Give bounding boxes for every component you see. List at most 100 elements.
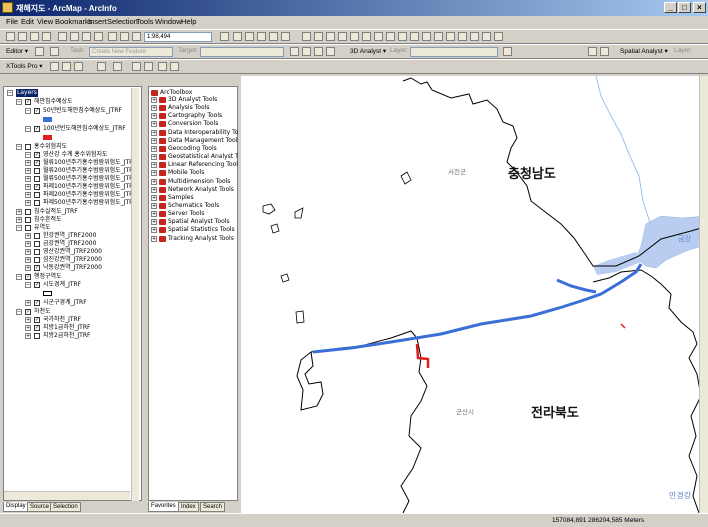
layer-checkbox[interactable]	[25, 217, 31, 223]
undo-icon[interactable]	[108, 32, 117, 41]
paste-icon[interactable]	[82, 32, 91, 41]
expand-icon[interactable]: +	[151, 105, 157, 112]
xtools-tool-1-icon[interactable]	[50, 62, 59, 71]
toc-root-layers[interactable]: − Layers	[4, 89, 134, 97]
select-elements-icon[interactable]	[410, 32, 419, 41]
cut-icon[interactable]	[58, 32, 67, 41]
target-combo[interactable]	[200, 47, 284, 57]
menu-help[interactable]: Help	[181, 17, 196, 26]
tab-search[interactable]: Search	[200, 502, 226, 512]
tab-source[interactable]: Source	[27, 502, 53, 512]
layer-checkbox[interactable]	[34, 168, 40, 174]
expand-icon[interactable]: +	[151, 137, 157, 144]
delete-icon[interactable]	[94, 32, 103, 41]
open-icon[interactable]	[18, 32, 27, 41]
edit-arrow-icon[interactable]	[35, 47, 44, 56]
layer-checkbox[interactable]	[34, 249, 40, 255]
next-extent-icon[interactable]	[386, 32, 395, 41]
expand-icon[interactable]: +	[151, 227, 157, 234]
sketch-properties-icon[interactable]	[326, 47, 335, 56]
layer-checkbox[interactable]: ✓	[34, 282, 40, 288]
expand-icon[interactable]: +	[151, 170, 157, 177]
fixed-zoom-out-icon[interactable]	[338, 32, 347, 41]
menu-bookmarks[interactable]: Bookmarks	[55, 17, 93, 26]
effects-icon[interactable]	[494, 32, 503, 41]
xtools-table-icon[interactable]	[97, 62, 106, 71]
layer-checkbox[interactable]: ✓	[34, 126, 40, 132]
expand-icon[interactable]: +	[151, 162, 157, 169]
layer-checkbox[interactable]	[25, 144, 31, 150]
expand-icon[interactable]: +	[151, 121, 157, 128]
expand-icon[interactable]: +	[151, 219, 157, 226]
xtools-pro-menu[interactable]: XTools Pro ▾	[6, 62, 43, 70]
rotate-tool-icon[interactable]	[302, 47, 311, 56]
arcscene-icon[interactable]	[600, 47, 609, 56]
full-extent-icon[interactable]	[362, 32, 371, 41]
layer-checkbox[interactable]: ✓	[34, 152, 40, 158]
attributes-icon[interactable]	[314, 47, 323, 56]
layer-checkbox[interactable]: ✓	[34, 160, 40, 166]
tab-display[interactable]: Display	[3, 502, 29, 512]
expand-icon[interactable]: +	[151, 97, 157, 103]
print-icon[interactable]	[42, 32, 51, 41]
expand-icon[interactable]: +	[151, 235, 157, 242]
layer-checkbox[interactable]	[34, 233, 40, 239]
layer-checkbox[interactable]	[25, 209, 31, 215]
menu-selection[interactable]: Selection	[107, 17, 138, 26]
layer-checkbox[interactable]	[25, 225, 31, 231]
toc-hscrollbar[interactable]	[4, 491, 130, 500]
xtools-shape-icon[interactable]	[113, 62, 122, 71]
xtools-search-icon[interactable]	[170, 62, 179, 71]
identify-icon[interactable]	[422, 32, 431, 41]
zoom-out-icon[interactable]	[314, 32, 323, 41]
layer-checkbox[interactable]	[34, 200, 40, 206]
save-icon[interactable]	[30, 32, 39, 41]
copy-icon[interactable]	[70, 32, 79, 41]
layer-checkbox[interactable]: ✓	[34, 265, 40, 271]
layer-checkbox[interactable]: ✓	[34, 184, 40, 190]
3d-tool-icon[interactable]	[503, 47, 512, 56]
xtools-measure-icon[interactable]	[144, 62, 153, 71]
catalog-icon[interactable]	[245, 32, 254, 41]
task-combo[interactable]: Create New Feature	[89, 47, 173, 57]
zoom-in-icon[interactable]	[302, 32, 311, 41]
measure-icon[interactable]	[446, 32, 455, 41]
layer-checkbox[interactable]: ✓	[25, 99, 31, 105]
collapse-icon[interactable]: −	[7, 90, 13, 96]
layer-checkbox[interactable]	[34, 176, 40, 182]
editor-toolbar-icon[interactable]	[220, 32, 229, 41]
layer-checkbox[interactable]: ✓	[25, 274, 31, 280]
menu-tools[interactable]: Tools	[136, 17, 154, 26]
menu-view[interactable]: View	[37, 17, 53, 26]
layer-checkbox[interactable]: ✓	[34, 317, 40, 323]
menu-window[interactable]: Window	[155, 17, 182, 26]
xtools-grid-icon[interactable]	[158, 62, 167, 71]
expand-icon[interactable]: +	[151, 194, 157, 201]
expand-icon[interactable]: +	[151, 154, 157, 161]
expand-icon[interactable]: +	[151, 145, 157, 152]
find-icon[interactable]	[434, 32, 443, 41]
toc-scrollbar[interactable]	[131, 88, 139, 501]
new-document-icon[interactable]	[6, 32, 15, 41]
3d-analyst-menu[interactable]: 3D Analyst ▾	[350, 47, 386, 55]
swipe-icon[interactable]	[482, 32, 491, 41]
expand-icon[interactable]: +	[151, 129, 157, 136]
arctoolbox-icon[interactable]	[233, 32, 242, 41]
tab-selection[interactable]: Selection	[50, 502, 81, 512]
3d-layer-combo[interactable]	[410, 47, 498, 57]
layer-checkbox[interactable]	[34, 192, 40, 198]
split-tool-icon[interactable]	[290, 47, 299, 56]
hyperlink-icon[interactable]	[458, 32, 467, 41]
menu-edit[interactable]: Edit	[21, 17, 34, 26]
help-icon[interactable]	[281, 32, 290, 41]
map-view[interactable]: 서천군 충청남도 군산시 전라북도 금강 만경강	[241, 76, 708, 513]
menu-file[interactable]: File	[6, 17, 18, 26]
select-features-icon[interactable]	[398, 32, 407, 41]
layer-checkbox[interactable]: ✓	[34, 325, 40, 331]
expand-icon[interactable]: +	[151, 211, 157, 218]
layer-checkbox[interactable]	[34, 333, 40, 339]
xtools-info-icon[interactable]	[132, 62, 141, 71]
command-line-icon[interactable]	[257, 32, 266, 41]
map-canvas[interactable]	[241, 76, 708, 513]
tab-index[interactable]: Index	[178, 502, 199, 512]
